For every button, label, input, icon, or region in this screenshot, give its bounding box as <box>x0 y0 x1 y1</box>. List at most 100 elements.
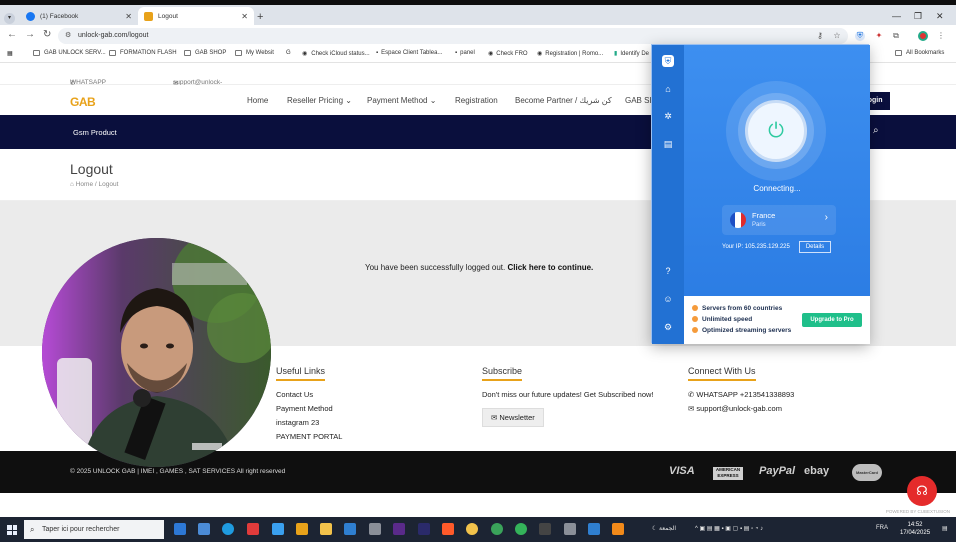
vpn-shield-icon[interactable]: ⛨ <box>662 55 674 67</box>
nav-home[interactable]: Home <box>247 96 268 105</box>
tray-icons[interactable]: ^ ▣ ▤ ▦ ▪ ▣ ▢ ▪ ▤ ▫ ◔ ♪ <box>695 525 763 532</box>
profile-avatar[interactable] <box>918 31 928 41</box>
vpn-settings-icon[interactable]: ⚙ <box>662 321 674 333</box>
footer-heading: Useful Links <box>276 366 326 381</box>
location-selector[interactable]: France Paris › <box>722 205 836 235</box>
language-indicator[interactable]: FRA <box>876 525 888 531</box>
vpn-streaming-icon[interactable]: ▤ <box>662 138 674 150</box>
webcam-image <box>42 238 271 467</box>
promo-item: Unlimited speed <box>692 316 752 323</box>
app-icon[interactable] <box>247 523 259 535</box>
upgrade-button[interactable]: Upgrade to Pro <box>802 313 862 327</box>
connect-email[interactable]: ✉ support@unlock-gab.com <box>688 402 794 416</box>
windows-start-button[interactable] <box>7 525 17 535</box>
power-button[interactable]: ⏻ <box>745 100 807 162</box>
footer-link[interactable]: Contact Us <box>276 388 342 402</box>
new-tab-button[interactable]: + <box>257 11 263 23</box>
clock[interactable]: 14:52 17/04/2025 <box>900 521 930 537</box>
forward-button[interactable]: → <box>25 29 35 40</box>
bookmark-item[interactable]: ▮ Identify De <box>614 50 649 58</box>
password-key-icon[interactable]: ⚷ <box>815 31 825 41</box>
app-icon[interactable] <box>588 523 600 535</box>
file-explorer-icon[interactable] <box>320 523 332 535</box>
vpn-help-icon[interactable]: ? <box>662 265 674 277</box>
bookmark-item[interactable]: FORMATION FLASH <box>109 50 177 56</box>
weather-widget[interactable]: ☾ الجمعة <box>652 525 676 532</box>
nav-payment-method[interactable]: Payment Method ⌄ <box>367 96 436 105</box>
extension-icon[interactable]: ✦ <box>874 31 884 41</box>
vpn-extension-icon[interactable]: ⛨ <box>855 31 865 41</box>
telegram-icon[interactable] <box>272 523 284 535</box>
taskbar-search[interactable]: ⌕ Taper ici pour rechercher <box>24 520 164 539</box>
bookmark-item[interactable]: GAB UNLOCK SERV... <box>33 50 106 56</box>
chevron-down-icon: ⌄ <box>345 96 352 105</box>
notifications-icon[interactable]: ▤ <box>942 525 948 532</box>
search-icon: ⌕ <box>30 525 35 534</box>
restore-button[interactable]: ❐ <box>914 11 922 22</box>
bookmark-item[interactable]: My Websit <box>235 50 274 56</box>
bookmark-star-icon[interactable]: ☆ <box>832 31 842 41</box>
outlook-icon[interactable] <box>344 523 356 535</box>
site-logo[interactable]: GAB <box>70 95 96 109</box>
close-window-button[interactable]: ✕ <box>936 11 944 22</box>
folder-icon <box>235 50 242 56</box>
continue-link[interactable]: Click here to continue. <box>507 263 593 272</box>
bookmark-item[interactable]: ◉ Check iCloud status... <box>302 50 370 58</box>
task-view-icon[interactable] <box>174 523 186 535</box>
after-effects-icon[interactable] <box>418 523 430 535</box>
edge-icon[interactable] <box>222 523 234 535</box>
browser-menu-icon[interactable]: ⋮ <box>936 31 946 41</box>
newsletter-button[interactable]: ✉ Newsletter <box>482 408 544 427</box>
tab-facebook[interactable]: (1) Facebook ✕ <box>20 7 138 25</box>
extensions-puzzle-icon[interactable]: ⧉ <box>891 31 901 41</box>
tab-logout[interactable]: Logout ✕ <box>138 7 254 25</box>
close-tab-icon[interactable]: ✕ <box>125 12 132 21</box>
address-bar[interactable]: ⚙ unlock-gab.com/logout <box>58 28 848 44</box>
chrome-icon[interactable] <box>515 523 527 535</box>
connect-whatsapp[interactable]: ✆ WHATSAPP +213541338893 <box>688 388 794 402</box>
app-icon[interactable] <box>296 523 308 535</box>
promo-item: Optimized streaming servers <box>692 327 791 334</box>
vpn-sidebar: ⛨ ⌂ ✲ ▤ ? ☺ ⚙ <box>652 45 684 344</box>
chrome-icon[interactable] <box>491 523 503 535</box>
bookmark-item[interactable]: GAB SHOP <box>184 50 226 56</box>
vpn-privacy-icon[interactable]: ⌂ <box>662 83 674 95</box>
vpn-account-icon[interactable]: ☺ <box>662 293 674 305</box>
back-button[interactable]: ← <box>7 29 17 40</box>
bookmark-item[interactable]: ▪ Espace Client Tablea... <box>376 50 442 56</box>
bookmark-item[interactable]: ◉ Registration | Romo... <box>537 50 603 58</box>
app-icon[interactable] <box>369 523 381 535</box>
chrome-icon[interactable] <box>466 523 478 535</box>
bookmark-item[interactable]: ▪ panel <box>455 50 475 56</box>
footer-link[interactable]: instagram 23 <box>276 416 342 430</box>
close-tab-icon[interactable]: ✕ <box>241 12 248 21</box>
chat-button[interactable]: ☊ <box>907 476 937 506</box>
bookmark-item[interactable]: G <box>286 50 295 56</box>
bookmark-item[interactable]: ◉ Check FRO <box>488 50 528 58</box>
below-footer: POWERED BY CUBEXTUSION <box>0 493 956 517</box>
vlc-icon[interactable] <box>612 523 624 535</box>
nav-registration[interactable]: Registration <box>455 96 498 105</box>
details-button[interactable]: Details <box>799 241 831 253</box>
tab-search-button[interactable]: ▾ <box>4 13 15 24</box>
chat-icon: ☊ <box>916 483 928 498</box>
nav-become-partner[interactable]: Become Partner / كن شريك <box>515 96 612 105</box>
footer-link[interactable]: PAYMENT PORTAL <box>276 430 342 444</box>
nav-gsm-product[interactable]: Gsm Product <box>73 128 117 137</box>
site-info-icon[interactable]: ⚙ <box>65 28 71 44</box>
streaming-icon <box>692 327 698 334</box>
nav-reseller-pricing[interactable]: Reseller Pricing ⌄ <box>287 96 352 105</box>
app-icon[interactable] <box>539 523 551 535</box>
country-name: France <box>752 211 776 220</box>
copilot-icon[interactable] <box>198 523 210 535</box>
reload-button[interactable]: ↻ <box>43 29 51 40</box>
brave-icon[interactable] <box>442 523 454 535</box>
search-icon[interactable]: ⌕ <box>873 125 879 136</box>
minimize-button[interactable]: — <box>892 11 901 21</box>
all-bookmarks[interactable]: All Bookmarks <box>895 50 944 56</box>
app-icon[interactable] <box>564 523 576 535</box>
vpn-bug-icon[interactable]: ✲ <box>662 110 674 122</box>
footer-link[interactable]: Payment Method <box>276 402 342 416</box>
apps-grid-icon[interactable]: ▦ <box>7 50 13 57</box>
premiere-icon[interactable] <box>393 523 405 535</box>
